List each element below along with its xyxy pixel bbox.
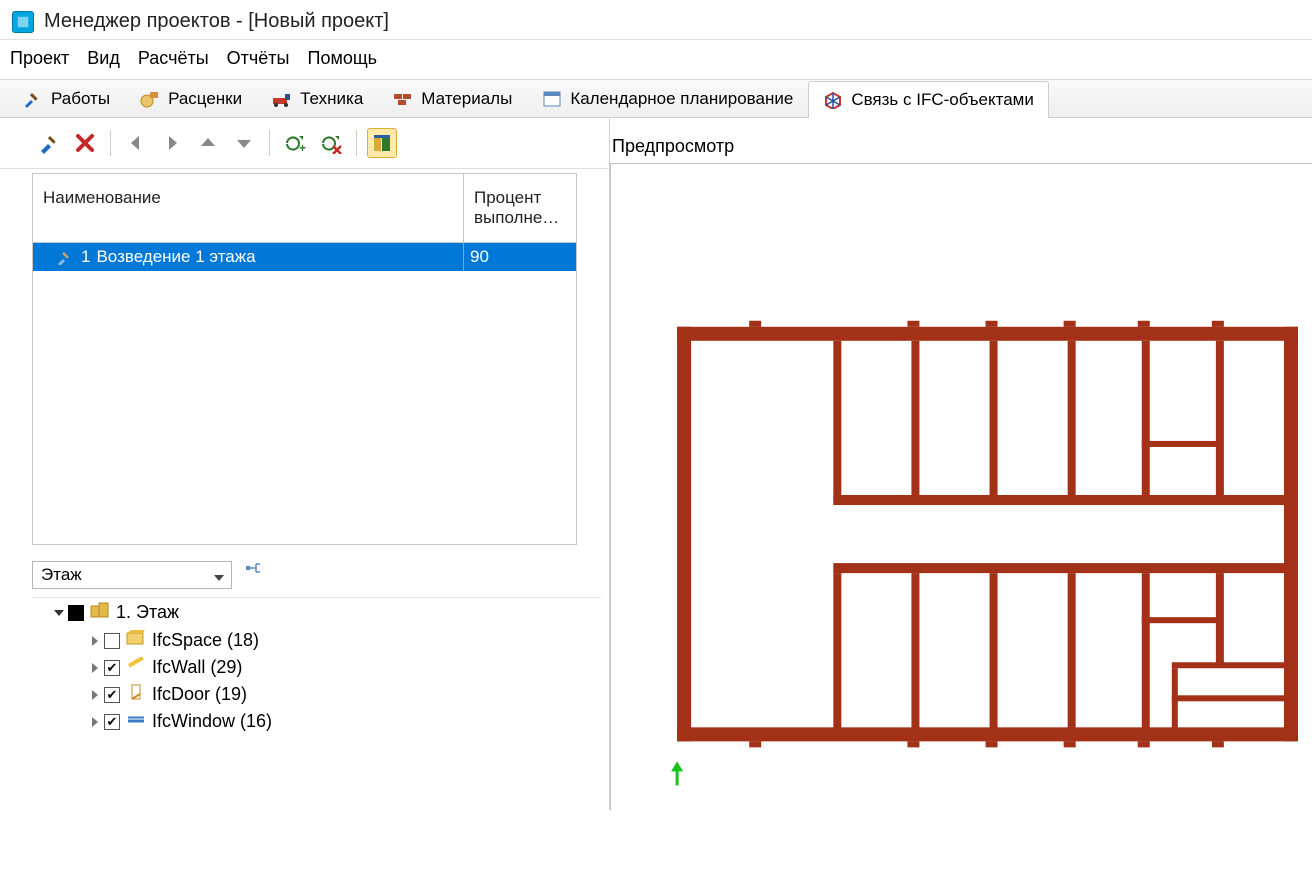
menu-calculations[interactable]: Расчёты xyxy=(138,48,209,69)
bricks-icon xyxy=(393,90,413,108)
separator xyxy=(110,130,111,156)
tab-materials[interactable]: Материалы xyxy=(378,80,527,117)
money-icon xyxy=(140,90,160,108)
window-title: Менеджер проектов - [Новый проект] xyxy=(44,10,389,33)
column-header-percent[interactable]: Процент выполне… xyxy=(464,174,576,242)
floor-select[interactable]: Этаж xyxy=(32,561,232,589)
tree-node-ifcspace[interactable]: IfcSpace (18) xyxy=(32,627,601,654)
app-icon xyxy=(12,11,34,33)
nav-forward-button[interactable] xyxy=(157,128,187,158)
door-icon xyxy=(126,684,146,705)
view-building-button[interactable] xyxy=(367,128,397,158)
grid-header: Наименование Процент выполне… xyxy=(33,174,576,243)
nav-down-button[interactable] xyxy=(229,128,259,158)
link-add-button[interactable]: + xyxy=(280,128,310,158)
nav-back-button[interactable] xyxy=(121,128,151,158)
expand-icon[interactable] xyxy=(92,636,98,646)
nav-up-button[interactable] xyxy=(193,128,223,158)
add-button[interactable] xyxy=(34,128,64,158)
tree-node-ifcdoor[interactable]: IfcDoor (19) xyxy=(32,681,601,708)
checkbox[interactable] xyxy=(68,605,84,621)
preview-label: Предпросмотр xyxy=(610,136,1312,157)
tab-machinery[interactable]: Техника xyxy=(257,80,378,117)
checkbox[interactable] xyxy=(104,660,120,676)
tab-ifc-link[interactable]: Связь с IFC-объектами xyxy=(808,81,1049,118)
ifc-tree[interactable]: 1. Этаж IfcSpace (18) IfcWall (29) xyxy=(32,597,601,767)
chevron-down-icon xyxy=(213,569,225,581)
expand-icon[interactable] xyxy=(92,663,98,673)
shovel-icon xyxy=(57,250,75,264)
tabstrip: Работы Расценки Техника Материалы Календ… xyxy=(0,80,1312,118)
tab-label: Работы xyxy=(51,89,110,109)
menu-view[interactable]: Вид xyxy=(87,48,120,69)
ifc-tree-panel: Этаж 1. Этаж IfcSpace (1 xyxy=(0,555,609,810)
space-icon xyxy=(126,630,146,651)
delete-button[interactable] xyxy=(70,128,100,158)
floor-icon xyxy=(90,601,110,624)
row-name: Возведение 1 этажа xyxy=(96,247,255,267)
checkbox[interactable] xyxy=(104,633,120,649)
preview-canvas[interactable] xyxy=(610,163,1312,810)
tree-node-label: 1. Этаж xyxy=(116,602,179,623)
row-name-cell: 1 Возведение 1 этажа xyxy=(33,243,464,271)
table-row[interactable]: 1 Возведение 1 этажа 90 xyxy=(33,243,576,271)
menu-reports[interactable]: Отчёты xyxy=(227,48,290,69)
tree-node-label: IfcDoor (19) xyxy=(152,684,247,705)
tab-label: Расценки xyxy=(168,89,242,109)
link-remove-button[interactable] xyxy=(316,128,346,158)
tab-works[interactable]: Работы xyxy=(8,80,125,117)
tab-label: Техника xyxy=(300,89,363,109)
checkbox[interactable] xyxy=(104,714,120,730)
svg-text:+: + xyxy=(299,141,306,154)
expand-icon[interactable] xyxy=(92,690,98,700)
expand-icon[interactable] xyxy=(92,717,98,727)
tree-node-floor[interactable]: 1. Этаж xyxy=(32,598,601,627)
works-toolbar: + xyxy=(0,118,609,169)
floor-select-label: Этаж xyxy=(41,565,82,585)
calendar-icon xyxy=(542,90,562,108)
window-icon xyxy=(126,711,146,732)
north-arrow-icon xyxy=(671,761,683,785)
ifc-link-icon xyxy=(823,91,843,109)
row-number: 1 xyxy=(81,247,90,267)
tab-rates[interactable]: Расценки xyxy=(125,80,257,117)
tab-calendar-planning[interactable]: Календарное планирование xyxy=(527,80,808,117)
column-header-name[interactable]: Наименование xyxy=(33,174,464,242)
truck-icon xyxy=(272,90,292,108)
shovel-icon xyxy=(23,90,43,108)
row-percent-cell: 90 xyxy=(464,243,576,271)
menubar: Проект Вид Расчёты Отчёты Помощь xyxy=(0,40,1312,80)
checkbox[interactable] xyxy=(104,687,120,703)
tree-node-label: IfcWall (29) xyxy=(152,657,242,678)
tree-node-ifcwindow[interactable]: IfcWindow (16) xyxy=(32,708,601,735)
wall-icon xyxy=(126,657,146,678)
tab-label: Материалы xyxy=(421,89,512,109)
separator xyxy=(269,130,270,156)
titlebar: Менеджер проектов - [Новый проект] xyxy=(0,0,1312,40)
tab-label: Связь с IFC-объектами xyxy=(851,90,1034,110)
tree-node-label: IfcWindow (16) xyxy=(152,711,272,732)
separator xyxy=(356,130,357,156)
tree-node-label: IfcSpace (18) xyxy=(152,630,259,651)
left-pane: + Наименование Процент выполне… 1 xyxy=(0,118,610,810)
works-grid: Наименование Процент выполне… 1 Возведен… xyxy=(32,173,577,545)
menu-help[interactable]: Помощь xyxy=(308,48,378,69)
right-pane: Предпросмотр xyxy=(610,118,1312,810)
menu-project[interactable]: Проект xyxy=(10,48,69,69)
expand-icon[interactable] xyxy=(54,610,64,616)
tab-label: Календарное планирование xyxy=(570,89,793,109)
filterbar: Этаж xyxy=(0,555,609,595)
filter-tree-button[interactable] xyxy=(242,562,264,589)
grid-body: 1 Возведение 1 этажа 90 xyxy=(33,243,576,544)
tree-node-ifcwall[interactable]: IfcWall (29) xyxy=(32,654,601,681)
